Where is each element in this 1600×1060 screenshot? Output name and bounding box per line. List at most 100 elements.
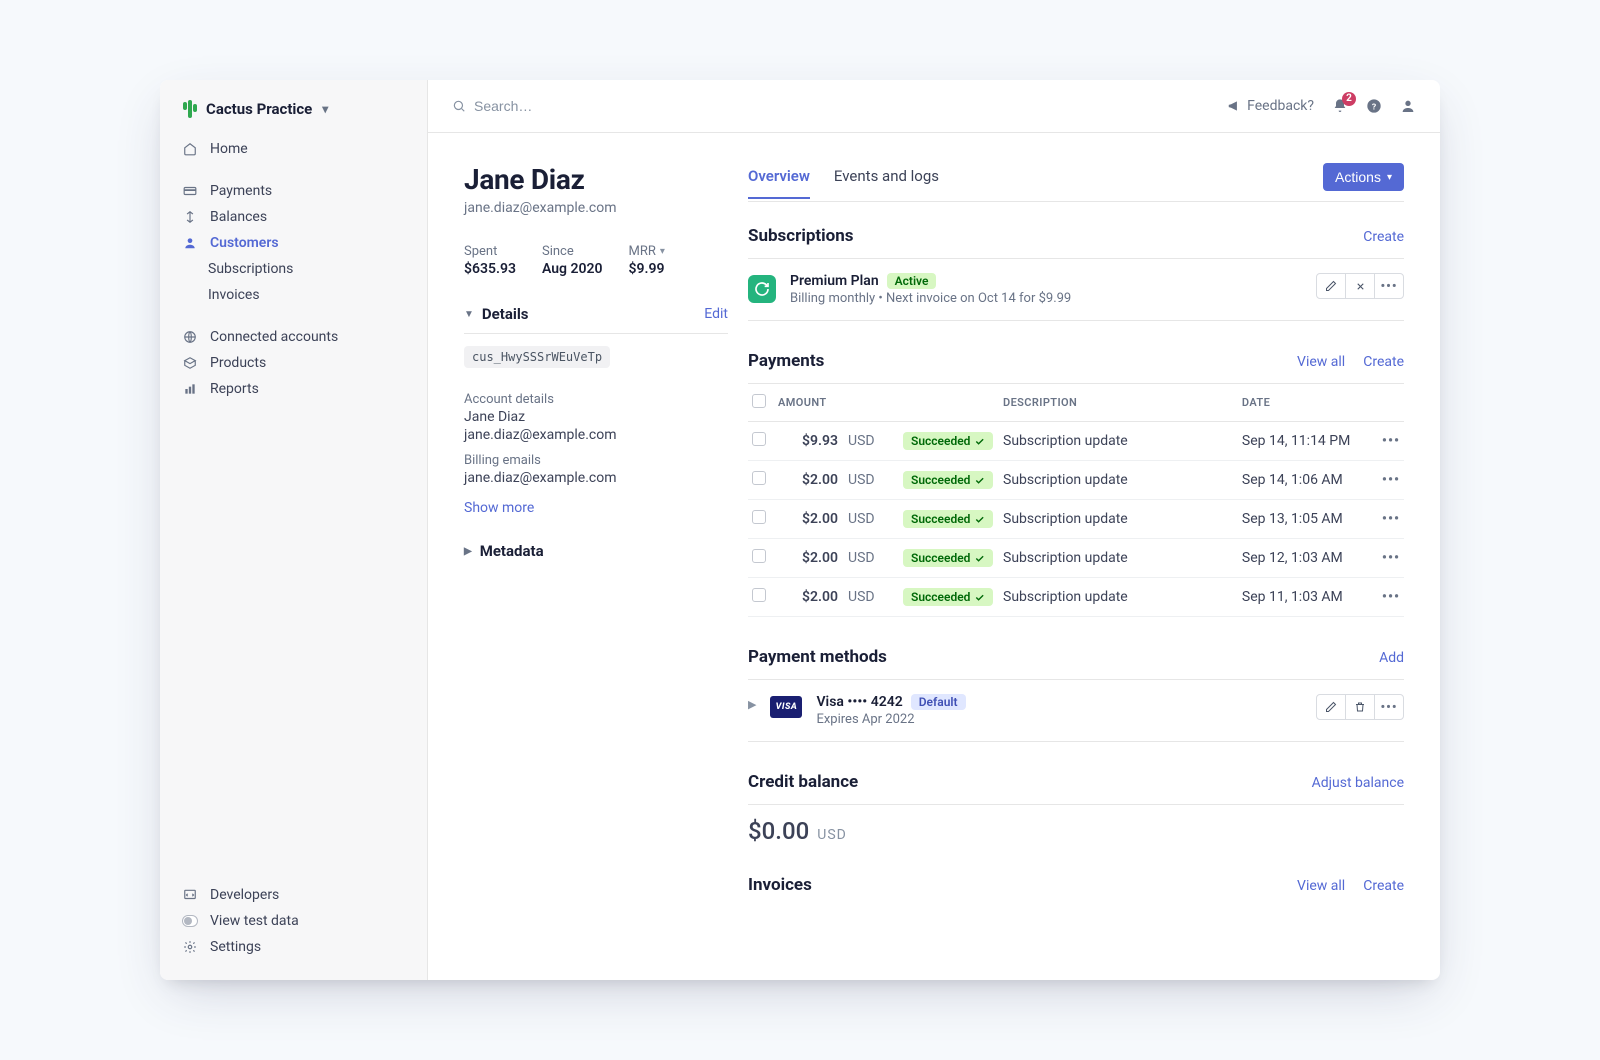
topbar: Feedback? 2 ?	[428, 80, 1440, 132]
sidebar-item-developers[interactable]: Developers	[160, 882, 427, 908]
payment-methods-header: Payment methods Add	[748, 647, 1404, 667]
payment-status-chip: Succeeded	[903, 588, 993, 606]
sidebar-item-invoices[interactable]: Invoices	[160, 282, 427, 308]
payment-row[interactable]: $2.00USDSucceeded Subscription updateSep…	[748, 578, 1404, 617]
cancel-subscription-button[interactable]	[1345, 273, 1375, 299]
search-icon	[452, 99, 466, 113]
sidebar-item-balances[interactable]: Balances	[160, 204, 427, 230]
edit-subscription-button[interactable]	[1316, 273, 1346, 299]
org-switcher[interactable]: Cactus Practice ▾	[160, 96, 427, 132]
chevron-down-icon: ▾	[322, 102, 328, 116]
feedback-link[interactable]: Feedback?	[1227, 98, 1314, 114]
caret-right-icon[interactable]: ▶	[748, 698, 756, 711]
row-checkbox[interactable]	[752, 471, 766, 485]
payment-amount: $2.00	[774, 539, 844, 578]
payments-table: AMOUNT DESCRIPTION DATE $9.93USDSucceede…	[748, 383, 1404, 617]
details-section-header: ▼ Details Edit	[464, 305, 728, 334]
actions-button[interactable]: Actions ▾	[1323, 163, 1404, 191]
select-all-checkbox[interactable]	[752, 394, 766, 408]
payment-row[interactable]: $2.00USDSucceeded Subscription updateSep…	[748, 500, 1404, 539]
payment-more-button[interactable]: •••	[1382, 511, 1400, 527]
sidebar-item-reports[interactable]: Reports	[160, 376, 427, 402]
notifications-button[interactable]: 2	[1332, 98, 1348, 114]
tab-events-and-logs[interactable]: Events and logs	[834, 167, 939, 198]
payment-method-more-button[interactable]: •••	[1374, 694, 1404, 720]
sidebar-item-customers[interactable]: Customers	[160, 230, 427, 256]
search-input[interactable]	[474, 98, 774, 114]
content: Jane Diaz jane.diaz@example.com Spent $6…	[428, 132, 1440, 980]
edit-payment-method-button[interactable]	[1316, 694, 1346, 720]
show-more-link[interactable]: Show more	[464, 500, 728, 516]
metadata-section-header: ▶ Metadata	[464, 542, 728, 570]
sidebar-item-connected-accounts[interactable]: Connected accounts	[160, 324, 427, 350]
invoices-view-all-link[interactable]: View all	[1297, 878, 1345, 894]
search[interactable]	[452, 98, 1211, 114]
org-name: Cactus Practice	[206, 100, 312, 118]
chevron-down-icon[interactable]: ▾	[660, 246, 665, 257]
delete-payment-method-button[interactable]	[1345, 694, 1375, 720]
metric-spent: Spent $635.93	[464, 244, 516, 277]
payment-more-button[interactable]: •••	[1382, 472, 1400, 488]
subscription-row[interactable]: Premium Plan Active Billing monthly • Ne…	[748, 258, 1404, 321]
payment-row[interactable]: $2.00USDSucceeded Subscription updateSep…	[748, 539, 1404, 578]
account-details-name: Jane Diaz	[464, 409, 728, 425]
credit-balance-title: Credit balance	[748, 772, 858, 792]
sidebar-label: Payments	[210, 183, 272, 199]
account-button[interactable]	[1400, 98, 1416, 114]
caret-right-icon[interactable]: ▶	[464, 546, 472, 557]
sidebar-item-home[interactable]: Home	[160, 136, 427, 162]
row-checkbox[interactable]	[752, 432, 766, 446]
visa-card-icon: VISA	[770, 696, 802, 718]
payment-date: Sep 11, 1:03 AM	[1238, 578, 1378, 617]
payment-description: Subscription update	[999, 578, 1238, 617]
metric-value: $9.99	[629, 261, 665, 277]
customer-id-chip[interactable]: cus_HwySSSrWEuVeTp	[464, 346, 610, 368]
sidebar-item-settings[interactable]: Settings	[160, 934, 427, 960]
svg-text:?: ?	[1372, 102, 1376, 112]
subscription-more-button[interactable]: •••	[1374, 273, 1404, 299]
invoices-title: Invoices	[748, 875, 812, 895]
help-button[interactable]: ?	[1366, 98, 1382, 114]
sidebar-label: Products	[210, 355, 266, 371]
toggle-icon	[182, 915, 198, 927]
col-amount: AMOUNT	[774, 384, 844, 422]
payment-row[interactable]: $2.00USDSucceeded Subscription updateSep…	[748, 461, 1404, 500]
account-details-email: jane.diaz@example.com	[464, 427, 728, 443]
sidebar-item-products[interactable]: Products	[160, 350, 427, 376]
notification-badge: 2	[1342, 92, 1356, 106]
payment-more-button[interactable]: •••	[1382, 550, 1400, 566]
payment-more-button[interactable]: •••	[1382, 433, 1400, 449]
payment-row[interactable]: $9.93USDSucceeded Subscription updateSep…	[748, 422, 1404, 461]
edit-details-link[interactable]: Edit	[704, 306, 728, 322]
sidebar-label: Subscriptions	[208, 261, 293, 277]
row-checkbox[interactable]	[752, 510, 766, 524]
payments-icon	[182, 184, 198, 198]
sidebar-label: Settings	[210, 939, 261, 955]
invoices-create-link[interactable]: Create	[1363, 878, 1404, 894]
balance-value: $0.00	[748, 817, 809, 845]
payment-method-row[interactable]: ▶ VISA Visa •••• 4242 Default Expires Ap…	[748, 679, 1404, 742]
sidebar-item-view-test-data[interactable]: View test data	[160, 908, 427, 934]
metric-since: Since Aug 2020	[542, 244, 603, 277]
row-checkbox[interactable]	[752, 549, 766, 563]
payment-more-button[interactable]: •••	[1382, 589, 1400, 605]
payment-method-actions: •••	[1316, 694, 1404, 720]
sidebar-item-payments[interactable]: Payments	[160, 178, 427, 204]
payment-description: Subscription update	[999, 422, 1238, 461]
customer-email: jane.diaz@example.com	[464, 200, 728, 216]
gear-icon	[182, 940, 198, 954]
caret-down-icon[interactable]: ▼	[464, 309, 474, 320]
payments-create-link[interactable]: Create	[1363, 354, 1404, 370]
customers-icon	[182, 236, 198, 250]
payments-view-all-link[interactable]: View all	[1297, 354, 1345, 370]
subscriptions-create-link[interactable]: Create	[1363, 229, 1404, 245]
sidebar-label: Balances	[210, 209, 267, 225]
subscription-status-pill: Active	[887, 273, 937, 289]
adjust-balance-link[interactable]: Adjust balance	[1312, 775, 1404, 791]
sidebar-item-subscriptions[interactable]: Subscriptions	[160, 256, 427, 282]
row-checkbox[interactable]	[752, 588, 766, 602]
sidebar-label: Connected accounts	[210, 329, 338, 345]
payments-header: Payments View all Create	[748, 351, 1404, 371]
payment-methods-add-link[interactable]: Add	[1379, 650, 1404, 666]
tab-overview[interactable]: Overview	[748, 167, 810, 199]
